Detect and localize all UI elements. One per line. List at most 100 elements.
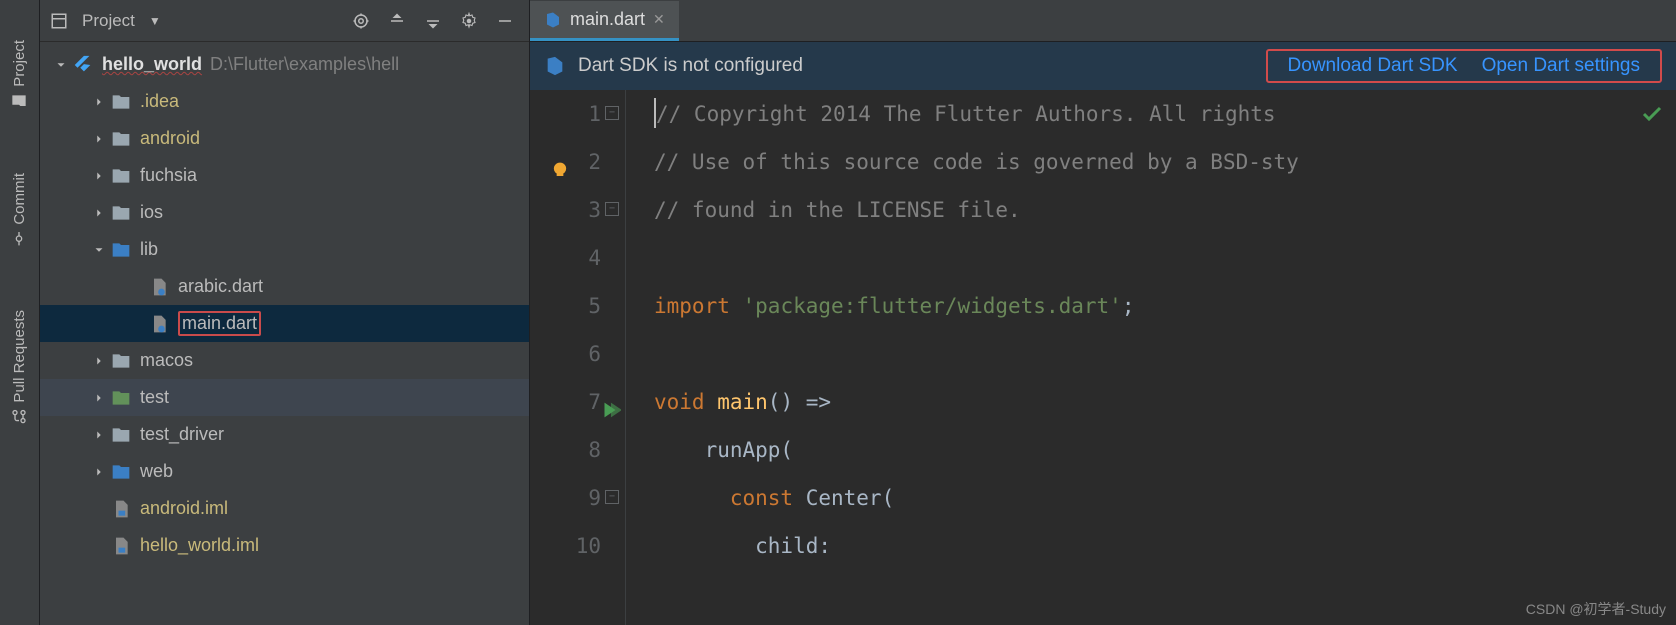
chevron-right-icon[interactable] — [88, 206, 110, 220]
chevron-right-icon[interactable] — [88, 132, 110, 146]
run-icon[interactable] — [599, 390, 621, 438]
chevron-right-icon[interactable] — [88, 428, 110, 442]
editor-area: main.dart ✕ Dart SDK is not configured D… — [530, 0, 1676, 625]
tree-item-android-iml[interactable]: android.iml — [40, 490, 529, 527]
code-text: () => — [768, 390, 831, 414]
chevron-right-icon[interactable] — [88, 354, 110, 368]
tree-item-android[interactable]: android — [40, 120, 529, 157]
chevron-right-icon[interactable] — [88, 95, 110, 109]
editor-gutter: 1− 2 3− 4 5 6 7 8 9− 10 — [530, 90, 626, 625]
tree-item-hello-world-iml[interactable]: hello_world.iml — [40, 527, 529, 564]
chevron-down-icon[interactable] — [50, 58, 72, 72]
target-icon[interactable] — [347, 7, 375, 35]
code-editor[interactable]: 1− 2 3− 4 5 6 7 8 9− 10 // Copyright 201… — [530, 90, 1676, 625]
tree-item-label: lib — [140, 239, 158, 260]
folder-dot-icon — [110, 91, 132, 113]
tab-main-dart[interactable]: main.dart ✕ — [530, 1, 679, 41]
code-content[interactable]: // Copyright 2014 The Flutter Authors. A… — [626, 90, 1676, 625]
project-tree[interactable]: hello_world D:\Flutter\examples\hell .id… — [40, 42, 529, 625]
commit-icon — [12, 230, 28, 246]
tree-item--idea[interactable]: .idea — [40, 83, 529, 120]
code-text: ; — [1122, 294, 1135, 318]
notification-actions: Download Dart SDK Open Dart settings — [1266, 49, 1662, 83]
code-text: Center — [806, 486, 882, 510]
open-dart-settings-link[interactable]: Open Dart settings — [1482, 55, 1640, 77]
iml-file-icon — [110, 498, 132, 520]
tree-item-ios[interactable]: ios — [40, 194, 529, 231]
tree-item-test[interactable]: test — [40, 379, 529, 416]
collapse-icon[interactable] — [419, 7, 447, 35]
expand-icon[interactable] — [383, 7, 411, 35]
folder-icon — [110, 165, 132, 187]
project-panel-header: Project ▼ — [40, 0, 529, 42]
rail-label: Pull Requests — [11, 310, 28, 403]
tree-root[interactable]: hello_world D:\Flutter\examples\hell — [40, 46, 529, 83]
line-number: 10 — [576, 534, 601, 558]
panel-title[interactable]: Project — [82, 11, 135, 31]
tree-item-label: arabic.dart — [178, 276, 263, 297]
rail-label: Project — [11, 40, 28, 87]
tree-item-lib[interactable]: lib — [40, 231, 529, 268]
tree-item-label: test_driver — [140, 424, 224, 445]
fold-icon[interactable]: − — [605, 106, 619, 120]
download-sdk-link[interactable]: Download Dart SDK — [1288, 55, 1458, 77]
rail-label: Commit — [11, 173, 28, 225]
chevron-right-icon[interactable] — [88, 169, 110, 183]
line-number: 6 — [588, 342, 601, 366]
code-text: runApp( — [654, 438, 793, 462]
code-text: import — [654, 294, 743, 318]
line-number: 5 — [588, 294, 601, 318]
fold-icon[interactable]: − — [605, 490, 619, 504]
project-panel: Project ▼ hello_world D:\Flutter\exa — [40, 0, 530, 625]
folder-test-icon — [110, 387, 132, 409]
tree-item-label: android.iml — [140, 498, 228, 519]
tree-item-label: main.dart — [178, 311, 261, 336]
close-icon[interactable]: ✕ — [653, 11, 665, 28]
rail-project-button[interactable]: Project — [8, 28, 31, 121]
chevron-down-icon[interactable]: ▼ — [149, 14, 161, 28]
tree-item-label: hello_world.iml — [140, 535, 259, 556]
tree-item-label: fuchsia — [140, 165, 197, 186]
folder-web-icon — [110, 461, 132, 483]
code-text: 'package:flutter/widgets.dart' — [743, 294, 1122, 318]
minimize-icon[interactable] — [491, 7, 519, 35]
notification-message: Dart SDK is not configured — [578, 55, 803, 77]
fold-icon[interactable]: − — [605, 202, 619, 216]
gear-icon[interactable] — [455, 7, 483, 35]
dart-file-icon — [148, 313, 170, 335]
chevron-down-icon[interactable] — [88, 243, 110, 257]
line-number: 8 — [588, 438, 601, 462]
tree-item-fuchsia[interactable]: fuchsia — [40, 157, 529, 194]
code-text: void — [654, 390, 717, 414]
folder-icon — [110, 350, 132, 372]
editor-tab-bar: main.dart ✕ — [530, 0, 1676, 42]
tree-item-label: test — [140, 387, 169, 408]
chevron-right-icon[interactable] — [88, 391, 110, 405]
rail-pull-requests-button[interactable]: Pull Requests — [8, 298, 31, 437]
tree-root-label: hello_world — [102, 54, 202, 75]
tree-item-label: ios — [140, 202, 163, 223]
code-text: // Use of this source code is governed b… — [654, 150, 1299, 174]
pull-request-icon — [12, 409, 28, 425]
flutter-icon — [72, 54, 94, 76]
tree-item-arabic-dart[interactable]: arabic.dart — [40, 268, 529, 305]
tree-item-label: macos — [140, 350, 193, 371]
tree-item-main-dart[interactable]: main.dart — [40, 305, 529, 342]
rail-commit-button[interactable]: Commit — [8, 161, 31, 259]
tree-item-web[interactable]: web — [40, 453, 529, 490]
dart-logo-icon — [544, 55, 566, 77]
tree-item-test-driver[interactable]: test_driver — [40, 416, 529, 453]
folder-icon — [110, 202, 132, 224]
code-text: // found in the LICENSE file. — [654, 198, 1021, 222]
code-text: child: — [654, 534, 831, 558]
tree-item-label: .idea — [140, 91, 179, 112]
chevron-right-icon[interactable] — [88, 465, 110, 479]
tab-label: main.dart — [570, 9, 645, 30]
line-number: 1 — [588, 102, 601, 126]
left-tool-rail: Project Commit Pull Requests — [0, 0, 40, 625]
check-icon[interactable] — [1640, 102, 1664, 126]
dart-file-icon — [544, 11, 562, 29]
tree-item-label: web — [140, 461, 173, 482]
tree-item-macos[interactable]: macos — [40, 342, 529, 379]
line-number: 3 — [588, 198, 601, 222]
